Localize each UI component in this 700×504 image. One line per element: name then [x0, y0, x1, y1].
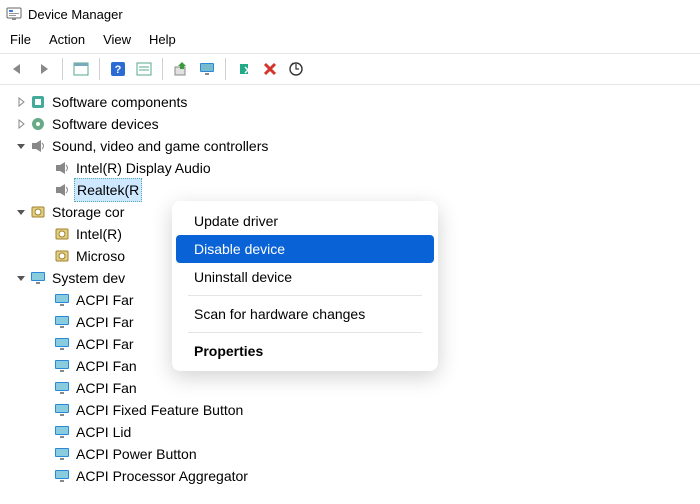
speaker-icon — [54, 182, 70, 198]
spacer — [38, 227, 52, 241]
toolbar-divider — [162, 58, 163, 80]
system-icon — [54, 402, 70, 418]
toolbar: ? — [0, 54, 700, 84]
tree-item[interactable]: ACPI Lid — [38, 421, 700, 443]
spacer — [38, 403, 52, 417]
system-icon — [54, 336, 70, 352]
properties-pane-button[interactable] — [69, 57, 93, 81]
menu-action[interactable]: Action — [49, 32, 85, 47]
chevron-down-icon[interactable] — [14, 139, 28, 153]
help-button[interactable]: ? — [106, 57, 130, 81]
titlebar: Device Manager — [0, 0, 700, 28]
menu-help[interactable]: Help — [149, 32, 176, 47]
tree-item[interactable]: ACPI Fixed Feature Button — [38, 399, 700, 421]
tree-item-label: ACPI Far — [76, 333, 134, 355]
spacer — [38, 381, 52, 395]
storage-icon — [30, 204, 46, 220]
system-icon — [54, 292, 70, 308]
system-icon — [30, 270, 46, 286]
tree-item[interactable]: Realtek(R — [38, 179, 700, 201]
chevron-right-icon[interactable] — [14, 95, 28, 109]
tree-item-label: Intel(R) — [76, 223, 122, 245]
system-icon — [54, 314, 70, 330]
tree-item-label: Realtek(R — [74, 178, 142, 202]
system-icon — [54, 358, 70, 374]
software-device-icon — [30, 116, 46, 132]
tree-item-label: ACPI Fan — [76, 377, 137, 399]
storage-icon — [54, 226, 70, 242]
system-icon — [54, 446, 70, 462]
context-menu-item[interactable]: Properties — [176, 337, 434, 365]
spacer — [38, 293, 52, 307]
tree-category-label: Storage cor — [52, 201, 124, 223]
spacer — [38, 315, 52, 329]
spacer — [38, 447, 52, 461]
update-driver-button[interactable] — [169, 57, 193, 81]
context-menu-item[interactable]: Scan for hardware changes — [176, 300, 434, 328]
spacer — [38, 183, 52, 197]
svg-text:?: ? — [115, 64, 122, 76]
forward-button[interactable] — [32, 57, 56, 81]
spacer — [38, 337, 52, 351]
storage-icon — [54, 248, 70, 264]
menu-separator — [188, 332, 422, 333]
context-menu-item[interactable]: Disable device — [176, 235, 434, 263]
toolbar-divider — [225, 58, 226, 80]
tree-item-label: ACPI Far — [76, 311, 134, 333]
tree-category-label: Software devices — [52, 113, 159, 135]
context-menu: Update driverDisable deviceUninstall dev… — [172, 201, 438, 371]
toolbar-divider — [62, 58, 63, 80]
context-menu-item[interactable]: Update driver — [176, 207, 434, 235]
spacer — [38, 249, 52, 263]
tree-category[interactable]: Software components — [14, 91, 700, 113]
disable-device-button[interactable] — [258, 57, 282, 81]
monitor-icon-button[interactable] — [195, 57, 219, 81]
tree-category[interactable]: Software devices — [14, 113, 700, 135]
context-menu-item[interactable]: Uninstall device — [176, 263, 434, 291]
spacer — [38, 161, 52, 175]
spacer — [38, 359, 52, 373]
spacer — [38, 469, 52, 483]
scan-hardware-button[interactable] — [284, 57, 308, 81]
chevron-right-icon[interactable] — [14, 117, 28, 131]
window-title: Device Manager — [28, 7, 123, 22]
chevron-down-icon[interactable] — [14, 205, 28, 219]
back-button[interactable] — [6, 57, 30, 81]
system-icon — [54, 380, 70, 396]
tree-item-label: Microso — [76, 245, 125, 267]
app-icon — [6, 6, 22, 22]
enable-device-button[interactable] — [232, 57, 256, 81]
tree-category-label: Sound, video and game controllers — [52, 135, 268, 157]
chevron-down-icon[interactable] — [14, 271, 28, 285]
speaker-icon — [30, 138, 46, 154]
tree-item-label: ACPI Power Button — [76, 443, 197, 465]
speaker-icon — [54, 160, 70, 176]
tree-item-label: ACPI Lid — [76, 421, 131, 443]
tree-item-label: ACPI Processor Aggregator — [76, 465, 248, 487]
tree-item-label: Intel(R) Display Audio — [76, 157, 211, 179]
menubar: File Action View Help — [0, 28, 700, 53]
tree-item[interactable]: Intel(R) Display Audio — [38, 157, 700, 179]
component-icon — [30, 94, 46, 110]
tree-item[interactable]: ACPI Processor Aggregator — [38, 465, 700, 487]
tree-item-label: ACPI Fixed Feature Button — [76, 399, 243, 421]
toolbar-divider — [99, 58, 100, 80]
menu-file[interactable]: File — [10, 32, 31, 47]
system-icon — [54, 468, 70, 484]
tree-category-label: System dev — [52, 267, 125, 289]
tree-category-label: Software components — [52, 91, 187, 113]
tree-item[interactable]: ACPI Power Button — [38, 443, 700, 465]
tree-item-label: ACPI Far — [76, 289, 134, 311]
spacer — [38, 425, 52, 439]
tree-category[interactable]: Sound, video and game controllers — [14, 135, 700, 157]
tree-item-label: ACPI Fan — [76, 355, 137, 377]
properties-button[interactable] — [132, 57, 156, 81]
tree-item[interactable]: ACPI Fan — [38, 377, 700, 399]
menu-view[interactable]: View — [103, 32, 131, 47]
menu-separator — [188, 295, 422, 296]
system-icon — [54, 424, 70, 440]
